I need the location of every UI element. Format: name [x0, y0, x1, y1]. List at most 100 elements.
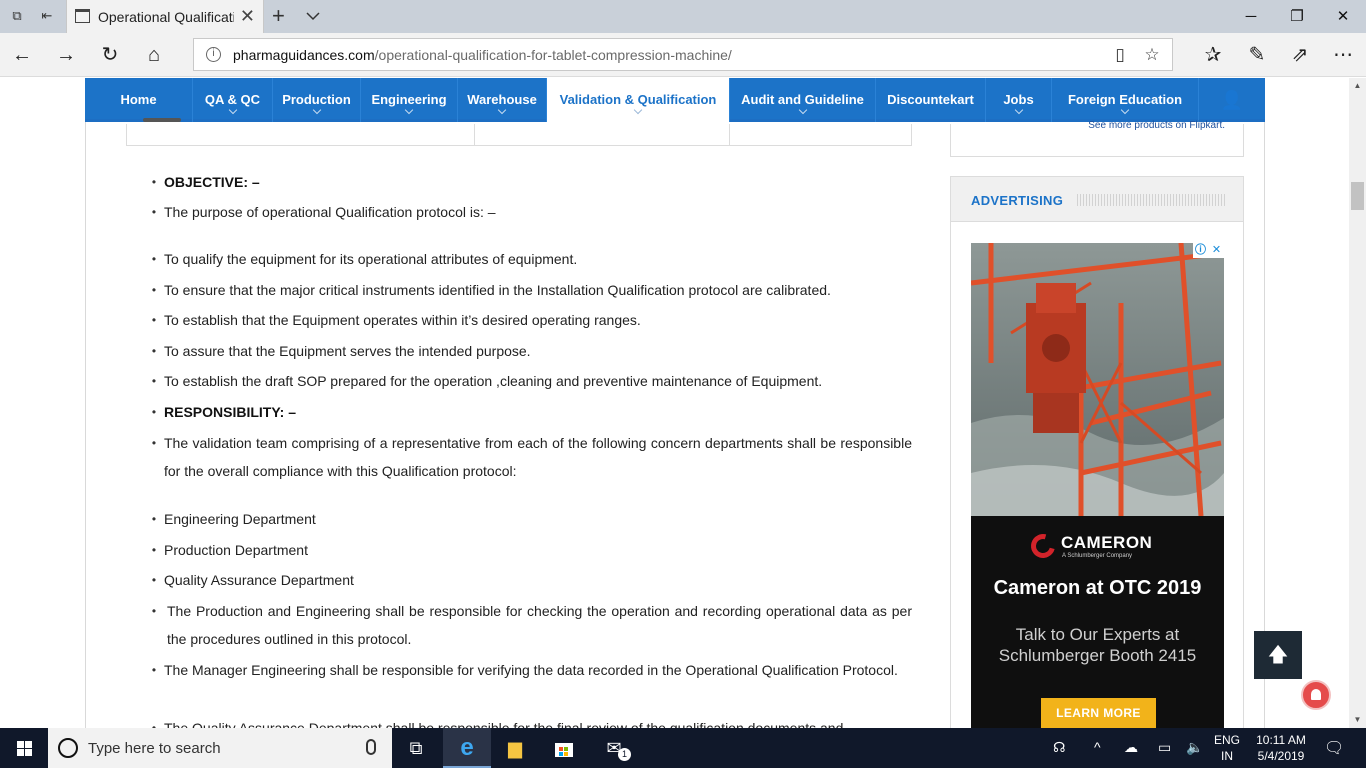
nav-home[interactable]: Home — [85, 78, 193, 122]
chevron-down-icon — [798, 105, 807, 115]
title-decoration — [1077, 194, 1225, 206]
site-navigation: Home QA & QC Production Engineering Ware… — [85, 78, 1265, 122]
microphone-icon[interactable] — [366, 739, 376, 755]
scroll-thumb[interactable] — [1351, 182, 1364, 210]
bullet-icon: • — [151, 175, 157, 189]
notification-bell-icon[interactable] — [1301, 680, 1331, 710]
mail-badge: 1 — [618, 748, 631, 761]
list-item: • The Quality Assurance Department shall … — [150, 714, 912, 728]
taskbar-search[interactable]: Type here to search — [48, 728, 392, 768]
new-tab-icon[interactable]: + — [272, 4, 285, 28]
widget-title: ADVERTISING — [971, 193, 1064, 208]
ad-photo-offshore-rig[interactable] — [971, 243, 1224, 516]
page-scrollbar[interactable]: ▲ ▼ — [1349, 78, 1366, 728]
bullet-icon: • — [151, 405, 157, 419]
chevron-down-icon — [312, 105, 321, 115]
learn-more-button[interactable]: LEARN MORE — [1041, 698, 1156, 728]
refresh-icon[interactable]: ↻ — [98, 43, 122, 67]
bullet-icon: • — [151, 374, 157, 388]
chevron-down-icon — [404, 105, 414, 115]
browser-tab[interactable]: Operational Qualification for Tablet Com… — [66, 0, 264, 33]
action-center-icon[interactable]: 🗨 — [1324, 738, 1344, 758]
battery-icon[interactable]: ▭ — [1158, 739, 1171, 756]
bullet-icon: • — [151, 205, 157, 219]
bullet-icon: • — [151, 512, 157, 526]
favorite-star-icon[interactable]: ☆ — [1141, 44, 1163, 66]
people-icon[interactable]: ☊ — [1053, 739, 1065, 756]
ad-cameron-panel[interactable]: CAMERON A Schlumberger Company Cameron a… — [971, 516, 1224, 728]
nav-engineering[interactable]: Engineering — [361, 78, 458, 122]
page-icon — [75, 9, 90, 23]
onedrive-icon[interactable]: ☁ — [1124, 739, 1138, 756]
favorites-hub-icon[interactable]: ✰ — [1201, 43, 1225, 67]
table-cell-fragment — [143, 118, 193, 124]
bullet-icon: • — [151, 344, 157, 358]
tab-title: Operational Qualification for Tablet Com… — [98, 9, 234, 25]
nav-qa-qc[interactable]: QA & QC — [193, 78, 273, 122]
restore-icon[interactable]: ❐ — [1274, 0, 1320, 33]
nav-warehouse[interactable]: Warehouse — [458, 78, 547, 122]
flipkart-link[interactable]: See more products on Flipkart. — [1088, 120, 1225, 131]
minimize-icon[interactable]: ─ — [1228, 0, 1274, 33]
task-view-icon[interactable]: ⧉ — [392, 728, 440, 768]
spec-table-bottom — [126, 118, 912, 146]
search-placeholder: Type here to search — [88, 740, 221, 757]
volume-icon[interactable]: 🔈 — [1186, 739, 1203, 756]
chevron-down-icon — [1120, 105, 1130, 115]
bullet-icon: • — [151, 573, 157, 587]
language-indicator[interactable]: ENG IN — [1212, 732, 1242, 764]
nav-audit-guideline[interactable]: Audit and Guideline — [730, 78, 876, 122]
scroll-up-icon[interactable]: ▲ — [1349, 78, 1366, 94]
file-explorer-icon[interactable]: ▆ — [491, 728, 539, 768]
more-menu-icon[interactable]: ⋯ — [1331, 43, 1355, 67]
nav-discountekart[interactable]: Discountekart — [876, 78, 986, 122]
user-login-icon[interactable]: 👤 — [1199, 78, 1265, 122]
site-info-icon[interactable]: i — [206, 47, 221, 62]
edge-browser-icon[interactable]: e — [443, 728, 491, 768]
scroll-down-icon[interactable]: ▼ — [1349, 712, 1366, 728]
share-icon[interactable]: ⇗ — [1288, 43, 1312, 67]
ad-body-text: Talk to Our Experts at Schlumberger Boot… — [998, 625, 1197, 665]
bullet-icon: • — [151, 663, 157, 677]
bullet-icon: • — [151, 283, 157, 297]
bullet-icon: • — [151, 543, 157, 557]
show-hidden-icons-chevron[interactable]: ^ — [1094, 739, 1101, 755]
set-aside-tabs-icon[interactable]: ⇤ — [38, 8, 56, 24]
url-text: pharmaguidances.com/operational-qualific… — [233, 47, 732, 63]
bullet-icon: • — [151, 721, 157, 728]
chevron-down-icon — [1014, 105, 1023, 115]
nav-production[interactable]: Production — [273, 78, 361, 122]
reading-view-icon[interactable]: ▯ — [1109, 44, 1131, 66]
ad-info-icon[interactable]: ⓘ — [1193, 243, 1208, 258]
bullet-icon: • — [151, 252, 157, 266]
ad-headline: Cameron at OTC 2019 — [993, 577, 1202, 599]
store-icon[interactable] — [540, 728, 588, 768]
ad-choices[interactable]: ⓘ ✕ — [1193, 243, 1224, 258]
close-tab-icon[interactable]: ✕ — [240, 6, 255, 26]
close-window-icon[interactable]: ✕ — [1320, 0, 1366, 33]
flipkart-widget: See more products on Flipkart. — [950, 120, 1244, 157]
bullet-icon: • — [151, 604, 157, 618]
nav-jobs[interactable]: Jobs — [986, 78, 1052, 122]
nav-foreign-education[interactable]: Foreign Education — [1052, 78, 1199, 122]
tabs-aside-icon[interactable]: ⧉ — [8, 8, 26, 24]
nav-validation-qualification[interactable]: Validation & Qualification — [547, 78, 730, 122]
web-note-pen-icon[interactable]: ✎ — [1245, 43, 1269, 67]
chevron-down-icon — [228, 105, 237, 115]
bullet-icon: • — [151, 436, 157, 450]
clock[interactable]: 10:11 AM 5/4/2019 — [1248, 732, 1314, 764]
bullet-icon: • — [151, 313, 157, 327]
back-icon[interactable]: ← — [10, 43, 34, 67]
home-icon[interactable]: ⌂ — [142, 43, 166, 67]
mail-icon[interactable]: ✉ 1 — [590, 728, 638, 768]
chevron-down-icon — [633, 105, 643, 115]
cameron-logo: CAMERON A Schlumberger Company — [1026, 529, 1171, 563]
forward-icon[interactable]: → — [54, 43, 78, 67]
url-input[interactable]: i pharmaguidances.com/operational-qualif… — [193, 38, 1173, 71]
tab-preview-chevron-icon[interactable] — [305, 8, 321, 24]
back-to-top-button[interactable]: 🡅 — [1254, 631, 1302, 679]
cortana-icon — [58, 738, 78, 758]
windows-start-icon[interactable] — [0, 728, 48, 768]
browser-tab-bar: ⧉ ⇤ Operational Qualification for Tablet… — [0, 0, 1366, 33]
ad-close-icon[interactable]: ✕ — [1209, 243, 1224, 258]
